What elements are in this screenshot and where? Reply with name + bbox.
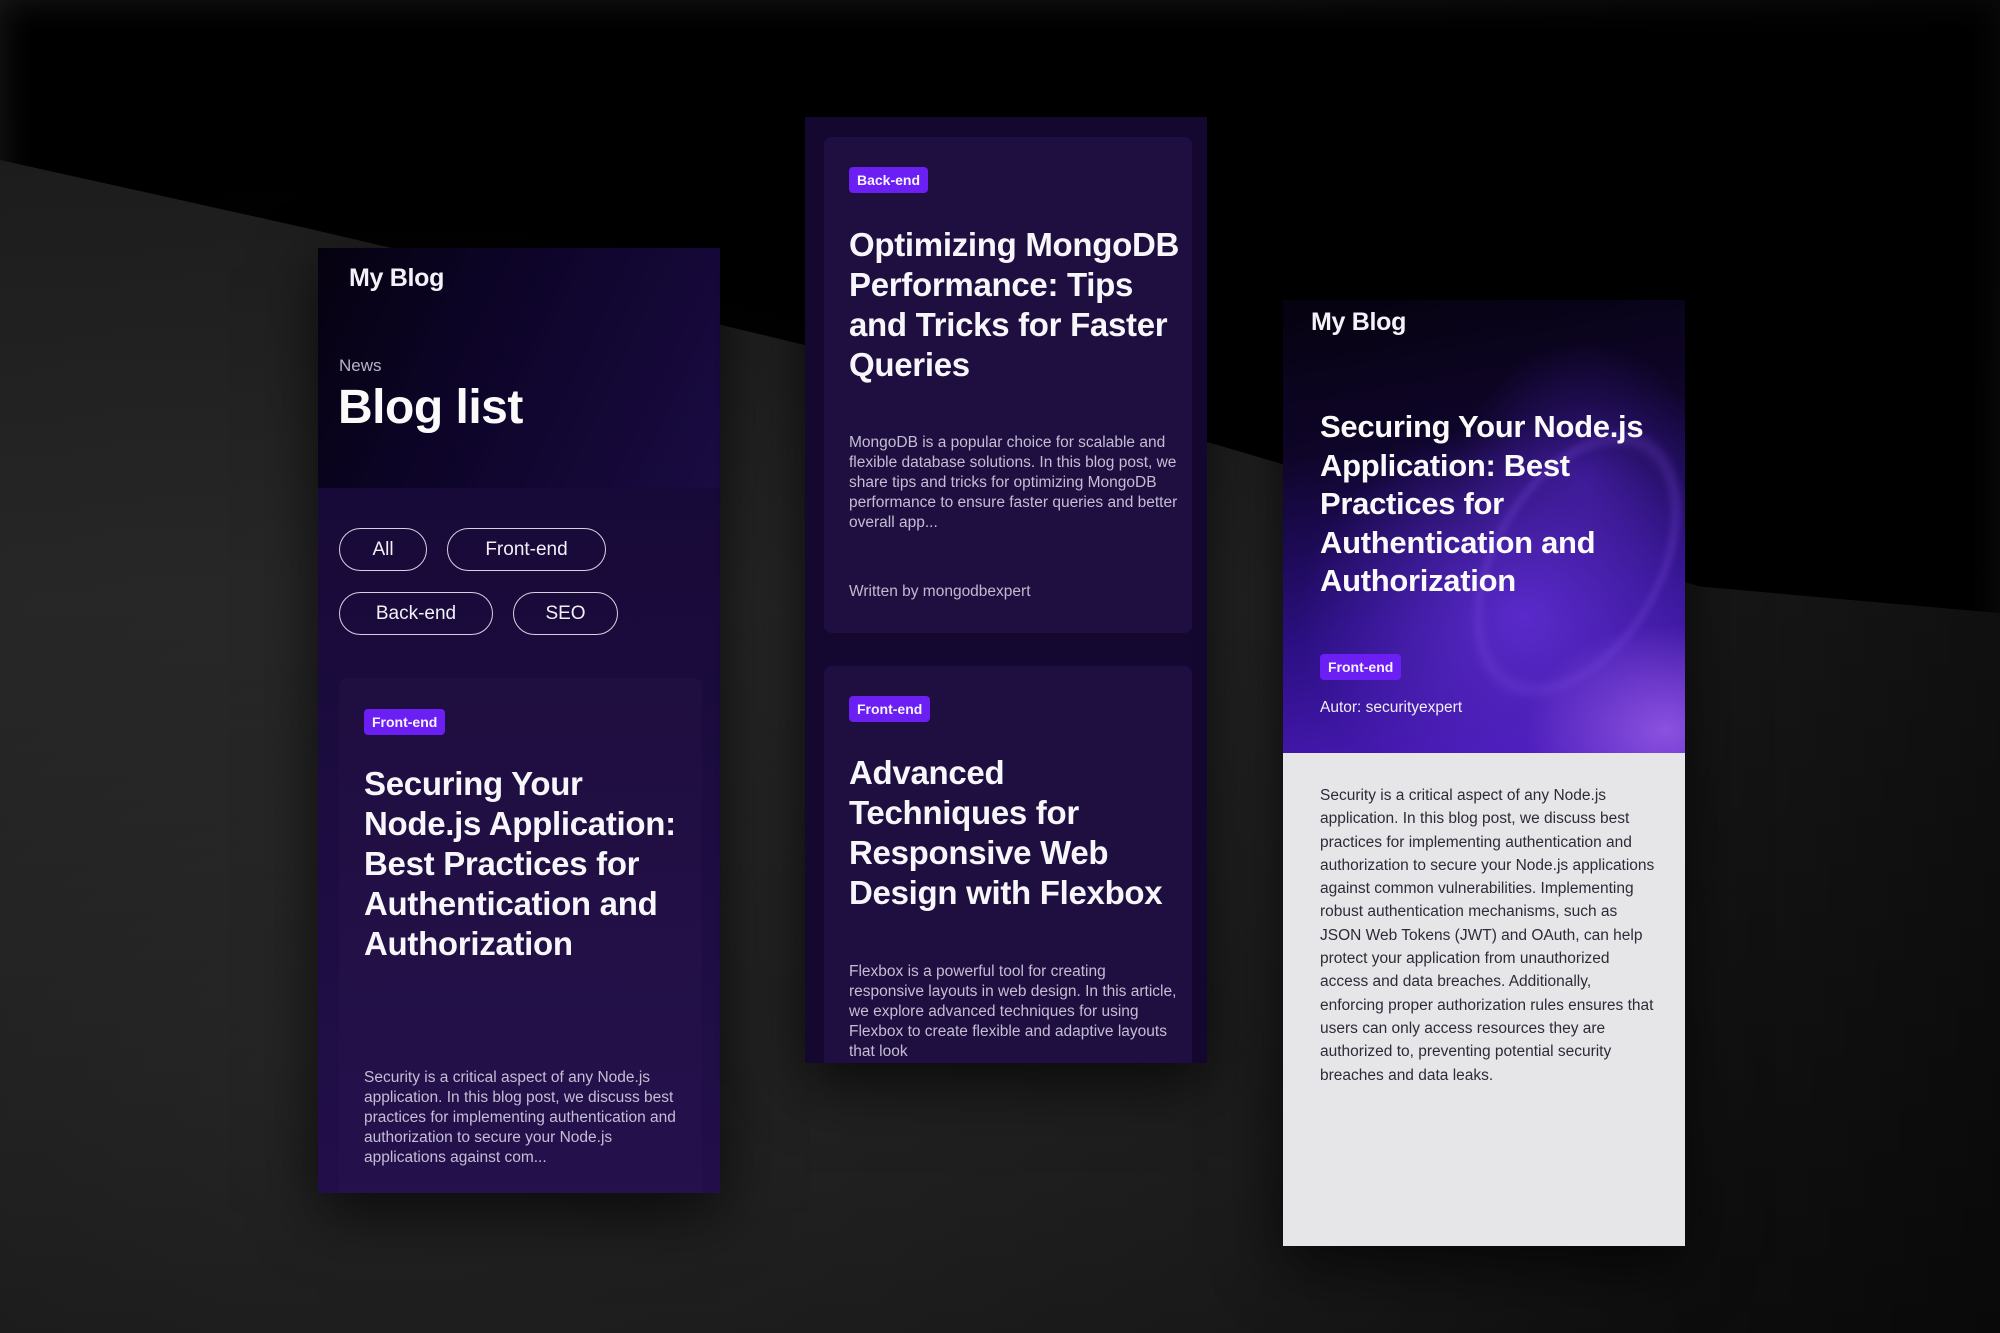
brand-logo[interactable]: My Blog bbox=[349, 264, 444, 293]
brand-logo[interactable]: My Blog bbox=[1311, 308, 1406, 337]
post-card-excerpt: MongoDB is a popular choice for scalable… bbox=[849, 434, 1178, 531]
post-card[interactable]: Front-end Advanced Techniques for Respon… bbox=[824, 666, 1192, 1063]
post-card-title[interactable]: Advanced Techniques for Responsive Web D… bbox=[849, 753, 1189, 913]
post-card-title[interactable]: Securing Your Node.js Application: Best … bbox=[364, 764, 684, 964]
post-title: Securing Your Node.js Application: Best … bbox=[1320, 409, 1644, 598]
tag-badge: Front-end bbox=[364, 709, 446, 735]
blog-feed-screen: Back-end Optimizing MongoDB Performance:… bbox=[805, 117, 1207, 1063]
post-card-excerpt: Flexbox is a powerful tool for creating … bbox=[849, 963, 1177, 1060]
tag-badge: Front-end bbox=[1320, 654, 1402, 680]
filter-all[interactable]: All bbox=[339, 528, 427, 571]
post-card-excerpt: Security is a critical aspect of any Nod… bbox=[364, 1069, 676, 1166]
post-card[interactable]: Back-end Optimizing MongoDB Performance:… bbox=[824, 137, 1192, 633]
filter-seo[interactable]: SEO bbox=[513, 592, 618, 635]
page-kicker: News bbox=[339, 356, 382, 375]
tag-badge: Back-end bbox=[849, 167, 929, 193]
tag-badge: Front-end bbox=[849, 696, 931, 722]
post-card-title[interactable]: Optimizing MongoDB Performance: Tips and… bbox=[849, 225, 1189, 385]
post-body: Security is a critical aspect of any Nod… bbox=[1320, 787, 1655, 1084]
post-detail-screen: My Blog Securing Your Node.js Applicatio… bbox=[1283, 300, 1685, 1246]
filter-front-end[interactable]: Front-end bbox=[447, 528, 606, 571]
post-card[interactable]: Front-end Securing Your Node.js Applicat… bbox=[339, 678, 702, 1193]
filter-back-end[interactable]: Back-end bbox=[339, 592, 493, 635]
post-author: Autor: securityexpert bbox=[1320, 699, 1463, 716]
post-card-author: Written by mongodbexpert bbox=[849, 583, 1031, 600]
list-header: My Blog News Blog list bbox=[318, 248, 720, 488]
post-hero: My Blog Securing Your Node.js Applicatio… bbox=[1283, 300, 1685, 753]
blog-list-screen: My Blog News Blog list All Front-end Bac… bbox=[318, 248, 720, 1193]
page-title: Blog list bbox=[338, 381, 523, 434]
